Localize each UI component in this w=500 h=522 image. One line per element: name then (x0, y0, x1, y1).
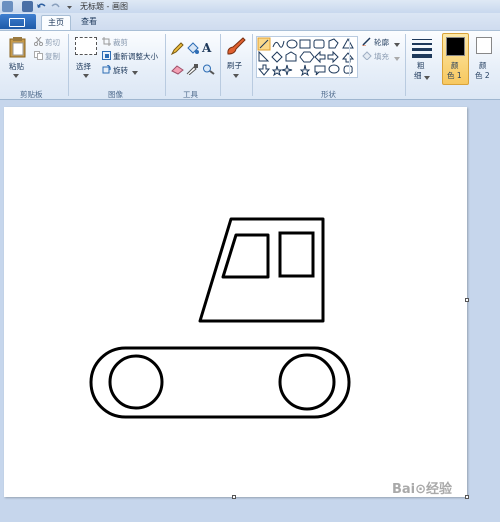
ribbon-separator (405, 34, 406, 96)
drawing-canvas[interactable] (4, 107, 467, 497)
brush-icon[interactable] (225, 36, 247, 56)
clipboard-group-label: 剪贴板 (20, 90, 43, 99)
window-title: 无标题 - 画图 (80, 2, 128, 11)
color1-label-line2: 色 1 (447, 71, 462, 80)
rotate-dropdown-icon[interactable] (132, 68, 138, 77)
cut-button[interactable]: 剪切 (45, 37, 60, 48)
copy-icon[interactable] (34, 51, 43, 60)
ribbon-separator (252, 34, 253, 96)
ribbon-separator (68, 34, 69, 96)
file-menu-button[interactable] (0, 14, 36, 29)
undo-icon[interactable] (36, 1, 47, 12)
eraser-icon[interactable] (171, 64, 184, 75)
brushes-label[interactable]: 刷子 (227, 60, 242, 71)
crop-icon[interactable] (102, 37, 111, 46)
drawing (89, 217, 351, 419)
fill-button[interactable]: 填充 (374, 51, 389, 62)
magnifier-icon[interactable] (202, 64, 215, 75)
scissors-icon[interactable] (33, 36, 44, 47)
outline-dropdown-icon[interactable] (394, 40, 400, 49)
size-label-line2[interactable]: 细 (414, 70, 422, 81)
brushes-dropdown-icon[interactable] (233, 71, 239, 80)
canvas-resize-handle-corner[interactable] (465, 495, 469, 499)
paste-dropdown-icon[interactable] (13, 71, 19, 80)
shapes-scroll-icon[interactable] (349, 38, 355, 76)
resize-icon[interactable] (102, 51, 111, 60)
color-picker-icon[interactable] (186, 64, 199, 76)
pencil-icon[interactable] (170, 42, 184, 56)
ribbon-separator (220, 34, 221, 96)
customize-quick-access-icon[interactable] (64, 1, 75, 12)
text-tool-icon[interactable]: A (202, 41, 215, 55)
shapes-group-label: 形状 (321, 90, 336, 99)
save-icon[interactable] (22, 1, 33, 12)
tools-group-label: 工具 (183, 90, 198, 99)
color1-swatch[interactable] (446, 37, 465, 56)
app-icon[interactable] (2, 1, 13, 12)
image-group-label: 图像 (108, 90, 123, 99)
tab-home[interactable]: 主页 (41, 15, 71, 30)
redo-icon[interactable] (50, 1, 61, 12)
crop-button[interactable]: 裁剪 (113, 37, 128, 48)
tab-view[interactable]: 查看 (74, 15, 104, 30)
paste-icon[interactable] (8, 36, 28, 58)
ribbon-separator (165, 34, 166, 96)
outline-icon[interactable] (362, 37, 372, 47)
copy-button[interactable]: 复制 (45, 51, 60, 62)
outline-button[interactable]: 轮廓 (374, 37, 389, 48)
fill-bucket-icon[interactable] (362, 51, 372, 61)
select-dropdown-icon[interactable] (83, 71, 89, 80)
title-bar: 无标题 - 画图 (0, 0, 500, 13)
canvas-resize-handle-right[interactable] (465, 298, 469, 302)
canvas-resize-handle-bottom[interactable] (232, 495, 236, 499)
rotate-button[interactable]: 旋转 (113, 65, 128, 76)
rotate-icon[interactable] (102, 64, 111, 74)
fill-icon[interactable] (186, 42, 199, 55)
color2-swatch[interactable] (476, 37, 492, 54)
shapes-gallery[interactable] (256, 36, 358, 78)
color2-label-line2[interactable]: 色 2 (475, 70, 490, 81)
select-icon[interactable] (75, 37, 97, 55)
size-icon[interactable] (411, 38, 433, 58)
size-dropdown-icon[interactable] (424, 73, 430, 82)
watermark: Bai⊙经验 (392, 482, 453, 497)
fill-dropdown-icon[interactable] (394, 54, 400, 63)
resize-button[interactable]: 重新调整大小 (113, 51, 158, 62)
